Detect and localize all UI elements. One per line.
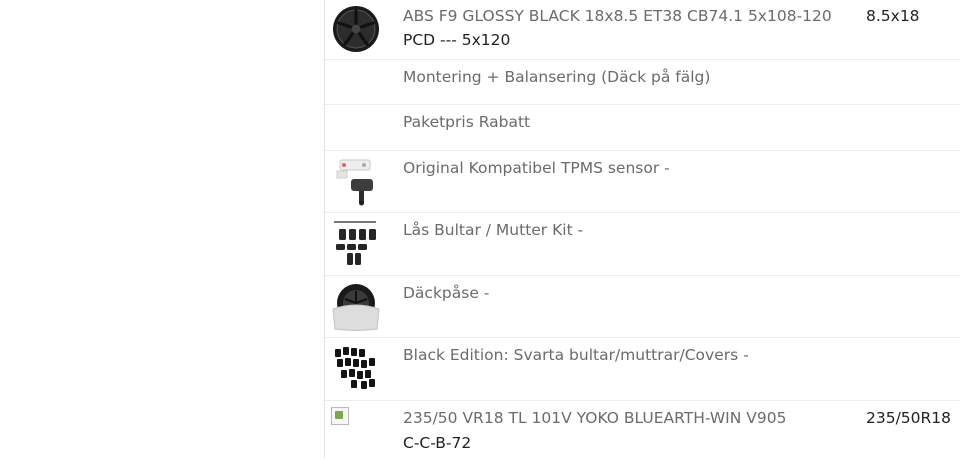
product-name: Montering + Balansering (Däck på fälg): [403, 68, 711, 86]
product-name: Original Kompatibel TPMS sensor -: [403, 159, 670, 177]
table-row: Montering + Balansering (Däck på fälg): [325, 60, 960, 105]
left-pane: [0, 0, 324, 458]
product-name: ABS F9 GLOSSY BLACK 18x8.5 ET38 CB74.1 5…: [403, 7, 832, 25]
table-row: Lås Bultar / Mutter Kit -: [325, 213, 960, 276]
broken-image-icon: [331, 407, 349, 425]
product-name: Black Edition: Svarta bultar/muttrar/Cov…: [403, 346, 749, 364]
product-subtitle: C-C-B-72: [403, 434, 472, 452]
table-row: Däckpåse -: [325, 276, 960, 338]
table-row: Black Edition: Svarta bultar/muttrar/Cov…: [325, 338, 960, 401]
product-size: 235/50R18: [866, 409, 952, 427]
table-row: ABS F9 GLOSSY BLACK 18x8.5 ET38 CB74.1 5…: [325, 0, 960, 60]
tire-bag-icon: [332, 284, 380, 331]
wheel-rim-icon: [333, 6, 379, 52]
table-row: Paketpris Rabatt: [325, 105, 960, 151]
table-row: Original Kompatibel TPMS sensor -: [325, 151, 960, 213]
product-size: 8.5x18: [866, 7, 920, 25]
product-name: 235/50 VR18 TL 101V YOKO BLUEARTH-WIN V9…: [403, 409, 787, 427]
product-name: Lås Bultar / Mutter Kit -: [403, 221, 584, 239]
lock-bolts-icon: [334, 221, 376, 265]
table-row: 235/50 VR18 TL 101V YOKO BLUEARTH-WIN V9…: [325, 401, 960, 461]
product-name: Däckpåse -: [403, 284, 490, 302]
product-subtitle: PCD --- 5x120: [403, 31, 511, 49]
order-items-table: ABS F9 GLOSSY BLACK 18x8.5 ET38 CB74.1 5…: [325, 0, 960, 461]
product-name: Paketpris Rabatt: [403, 113, 531, 131]
tpms-sensor-icon: [336, 159, 373, 206]
black-bolts-icon: [335, 347, 375, 389]
